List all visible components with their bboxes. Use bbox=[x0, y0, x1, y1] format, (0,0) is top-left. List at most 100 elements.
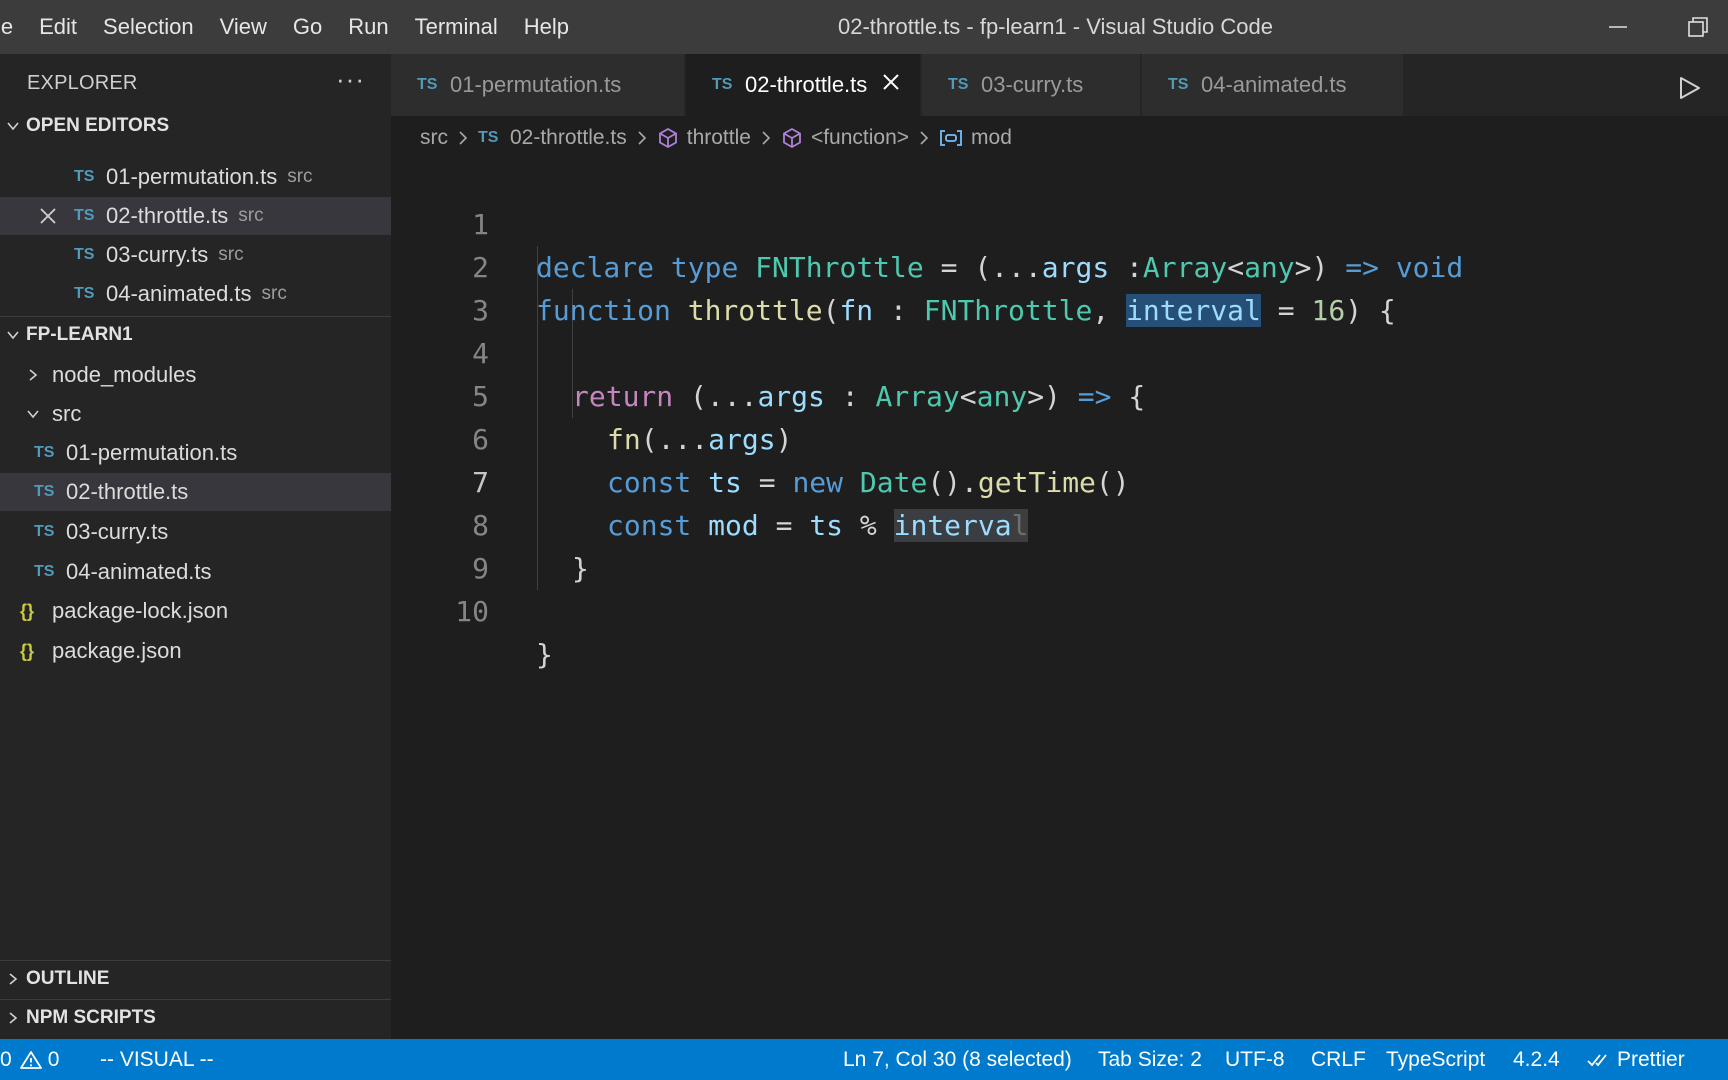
project-label: FP-LEARN1 bbox=[26, 324, 133, 345]
file-name: package.json bbox=[52, 638, 182, 663]
code-line: 10 } bbox=[391, 547, 1728, 671]
function-cube-icon bbox=[781, 127, 803, 149]
typescript-file-icon: TS bbox=[712, 76, 733, 93]
title-bar: le Edit Selection View Go Run Terminal H… bbox=[0, 0, 1728, 54]
typescript-file-icon: TS bbox=[74, 285, 95, 302]
language-mode[interactable]: TypeScript bbox=[1386, 1039, 1485, 1080]
code-editor[interactable]: 1 declare type FNThrottle = (...args :Ar… bbox=[391, 160, 1728, 1040]
file-name: 02-throttle.ts bbox=[106, 203, 229, 228]
folder-name: node_modules bbox=[52, 362, 197, 387]
file-name: 03-curry.ts bbox=[66, 519, 169, 544]
menu-edit[interactable]: Edit bbox=[26, 0, 90, 54]
typescript-file-icon: TS bbox=[948, 76, 969, 93]
chevron-right-icon bbox=[0, 1011, 26, 1025]
function-cube-icon bbox=[657, 127, 679, 149]
open-editor-item[interactable]: TS 02-throttle.ts src bbox=[0, 197, 391, 235]
menu-terminal[interactable]: Terminal bbox=[402, 0, 511, 54]
tree-folder[interactable]: node_modules bbox=[0, 356, 391, 394]
typescript-file-icon: TS bbox=[34, 483, 55, 500]
run-button[interactable] bbox=[1676, 75, 1702, 106]
tab-04-animated[interactable]: TS 04-animated.ts bbox=[1142, 54, 1404, 116]
warning-icon bbox=[19, 1050, 42, 1070]
code-line: 4 return (...args : Array<any>) => { bbox=[391, 289, 1728, 413]
tab-size[interactable]: Tab Size: 2 bbox=[1098, 1039, 1202, 1080]
menu-go[interactable]: Go bbox=[280, 0, 335, 54]
file-dir: src bbox=[261, 283, 287, 304]
code-line: 2 function throttle(fn : FNThrottle, int… bbox=[391, 203, 1728, 327]
minimize-button[interactable] bbox=[1588, 0, 1648, 54]
typescript-file-icon: TS bbox=[34, 563, 55, 580]
breadcrumb-file[interactable]: 02-throttle.ts bbox=[510, 126, 627, 150]
open-editor-item[interactable]: TS 03-curry.ts src bbox=[0, 236, 391, 274]
explorer-title: EXPLORER bbox=[27, 72, 138, 94]
chevron-right-icon bbox=[457, 130, 469, 146]
tab-01-permutation[interactable]: TS 01-permutation.ts bbox=[391, 54, 685, 116]
menu-view[interactable]: View bbox=[207, 0, 280, 54]
minimize-icon bbox=[1609, 26, 1627, 28]
tree-file[interactable]: TS 01-permutation.ts bbox=[0, 434, 391, 472]
npm-scripts-header[interactable]: NPM SCRIPTS bbox=[0, 1000, 391, 1036]
open-editors-header[interactable]: OPEN EDITORS bbox=[0, 108, 391, 144]
close-icon[interactable] bbox=[38, 206, 58, 232]
typescript-file-icon: TS bbox=[417, 76, 438, 93]
typescript-file-icon: TS bbox=[74, 207, 95, 224]
tree-file[interactable]: TS 04-animated.ts bbox=[0, 553, 391, 591]
chevron-down-icon bbox=[0, 328, 26, 342]
tree-file[interactable]: {} package-lock.json bbox=[0, 592, 391, 630]
open-editors-label: OPEN EDITORS bbox=[26, 115, 170, 136]
encoding[interactable]: UTF-8 bbox=[1225, 1039, 1285, 1080]
chevron-right-icon bbox=[26, 368, 52, 382]
tree-file[interactable]: {} package.json bbox=[0, 632, 391, 670]
tab-03-curry[interactable]: TS 03-curry.ts bbox=[922, 54, 1141, 116]
chevron-right-icon bbox=[760, 130, 772, 146]
breadcrumb-function[interactable]: throttle bbox=[687, 126, 751, 150]
code-line: 9 bbox=[391, 504, 1728, 585]
typescript-file-icon: TS bbox=[1168, 76, 1189, 93]
menu-run[interactable]: Run bbox=[335, 0, 401, 54]
close-icon[interactable] bbox=[881, 71, 901, 99]
ts-version[interactable]: 4.2.4 bbox=[1513, 1039, 1560, 1080]
editor-tab-bar: TS 01-permutation.ts TS 02-throttle.ts T… bbox=[391, 54, 1728, 116]
file-name: 02-throttle.ts bbox=[66, 479, 189, 504]
status-bar: 0 0 -- VISUAL -- Ln 7, Col 30 (8 selecte… bbox=[0, 1039, 1728, 1080]
file-name: 01-permutation.ts bbox=[106, 164, 278, 189]
chevron-down-icon bbox=[26, 407, 52, 421]
typescript-file-icon: TS bbox=[74, 246, 95, 263]
problems-indicator[interactable]: 0 0 bbox=[0, 1039, 59, 1080]
explorer-sidebar: EXPLORER ··· OPEN EDITORS TS 01-permutat… bbox=[0, 54, 391, 1039]
tab-label: 02-throttle.ts bbox=[745, 72, 868, 97]
open-editor-item[interactable]: TS 04-animated.ts src bbox=[0, 275, 391, 313]
json-file-icon: {} bbox=[20, 640, 35, 661]
chevron-right-icon bbox=[636, 130, 648, 146]
line-ending[interactable]: CRLF bbox=[1311, 1039, 1366, 1080]
menu-file[interactable]: le bbox=[0, 0, 26, 54]
project-header[interactable]: FP-LEARN1 bbox=[0, 317, 391, 353]
outline-header[interactable]: OUTLINE bbox=[0, 961, 391, 997]
breadcrumb-folder[interactable]: src bbox=[420, 126, 448, 150]
tree-folder[interactable]: src bbox=[0, 395, 391, 433]
folder-name: src bbox=[52, 401, 82, 426]
menu-selection[interactable]: Selection bbox=[90, 0, 207, 54]
open-editor-item[interactable]: TS 01-permutation.ts src bbox=[0, 158, 391, 196]
code-line: 3 bbox=[391, 246, 1728, 327]
file-name: 04-animated.ts bbox=[106, 281, 252, 306]
line-number: 10 bbox=[455, 595, 489, 628]
line-code: } bbox=[536, 633, 553, 676]
token: } bbox=[536, 638, 553, 671]
restore-button[interactable] bbox=[1668, 0, 1728, 54]
cursor-position[interactable]: Ln 7, Col 30 (8 selected) bbox=[843, 1039, 1072, 1080]
more-actions-icon[interactable]: ··· bbox=[336, 64, 365, 95]
breadcrumb-variable[interactable]: mod bbox=[971, 126, 1012, 150]
tree-file[interactable]: TS 03-curry.ts bbox=[0, 513, 391, 551]
prettier-status[interactable]: Prettier bbox=[1587, 1039, 1685, 1080]
chevron-right-icon bbox=[0, 972, 26, 986]
tab-label: 04-animated.ts bbox=[1201, 72, 1347, 97]
typescript-file-icon: TS bbox=[478, 129, 499, 146]
menu-help[interactable]: Help bbox=[511, 0, 582, 54]
typescript-file-icon: TS bbox=[34, 523, 55, 540]
json-file-icon: {} bbox=[20, 600, 35, 621]
tree-file[interactable]: TS 02-throttle.ts bbox=[0, 473, 391, 511]
breadcrumb-inner-function[interactable]: <function> bbox=[811, 126, 909, 150]
code-line: 8 } bbox=[391, 461, 1728, 585]
tab-02-throttle[interactable]: TS 02-throttle.ts bbox=[686, 54, 921, 116]
